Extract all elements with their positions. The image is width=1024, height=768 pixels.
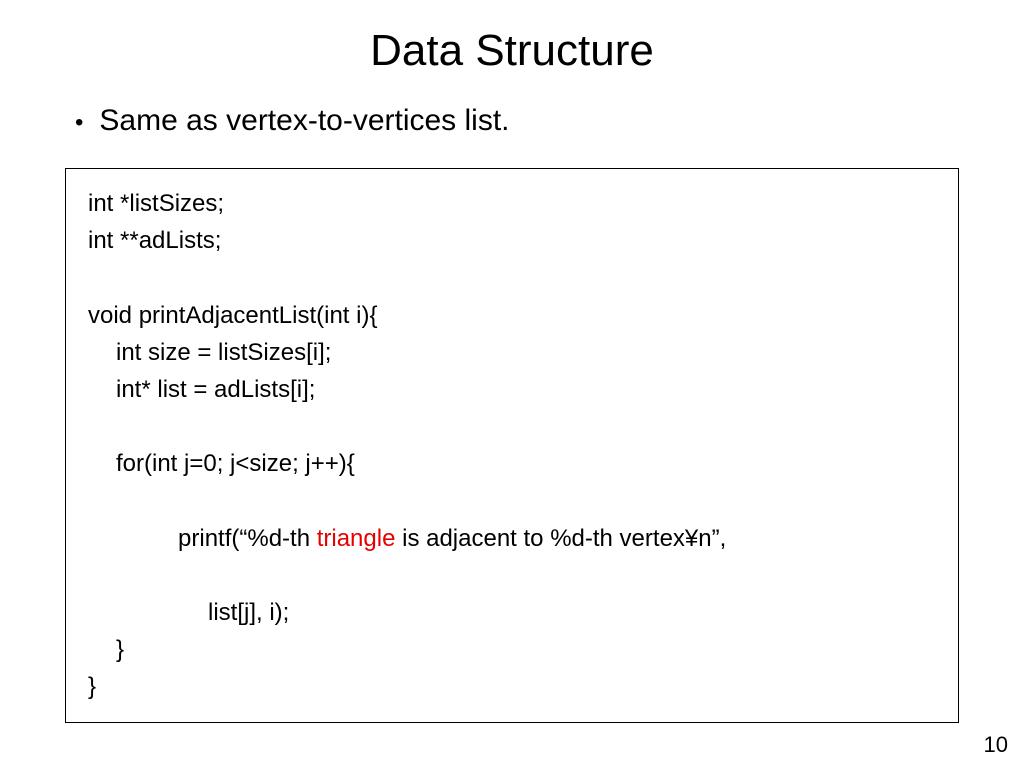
code-text: printf(“%d-th <box>178 525 317 552</box>
code-line: } <box>88 668 940 705</box>
code-line: printf(“%d-th triangle is adjacent to %d… <box>88 483 940 595</box>
code-line: int* list = adLists[i]; <box>88 371 940 408</box>
code-line: for(int j=0; j<size; j++){ <box>88 445 940 482</box>
code-blank-line <box>88 259 940 296</box>
code-line: int *listSizes; <box>88 185 940 222</box>
code-block: int *listSizes; int **adLists; void prin… <box>65 168 959 723</box>
page-number: 10 <box>984 732 1008 758</box>
code-highlight: triangle <box>317 525 396 552</box>
code-line: list[j], i); <box>88 594 940 631</box>
code-line: } <box>88 631 940 668</box>
code-line: int **adLists; <box>88 222 940 259</box>
bullet-item: • Same as vertex-to-vertices list. <box>75 104 969 138</box>
bullet-dot-icon: • <box>75 108 83 138</box>
code-line: int size = listSizes[i]; <box>88 334 940 371</box>
code-text: is adjacent to %d-th vertex¥n”, <box>395 525 726 552</box>
slide: Data Structure • Same as vertex-to-verti… <box>0 0 1024 768</box>
slide-title: Data Structure <box>55 26 969 76</box>
code-blank-line <box>88 408 940 445</box>
code-line: void printAdjacentList(int i){ <box>88 297 940 334</box>
bullet-text: Same as vertex-to-vertices list. <box>99 104 509 138</box>
